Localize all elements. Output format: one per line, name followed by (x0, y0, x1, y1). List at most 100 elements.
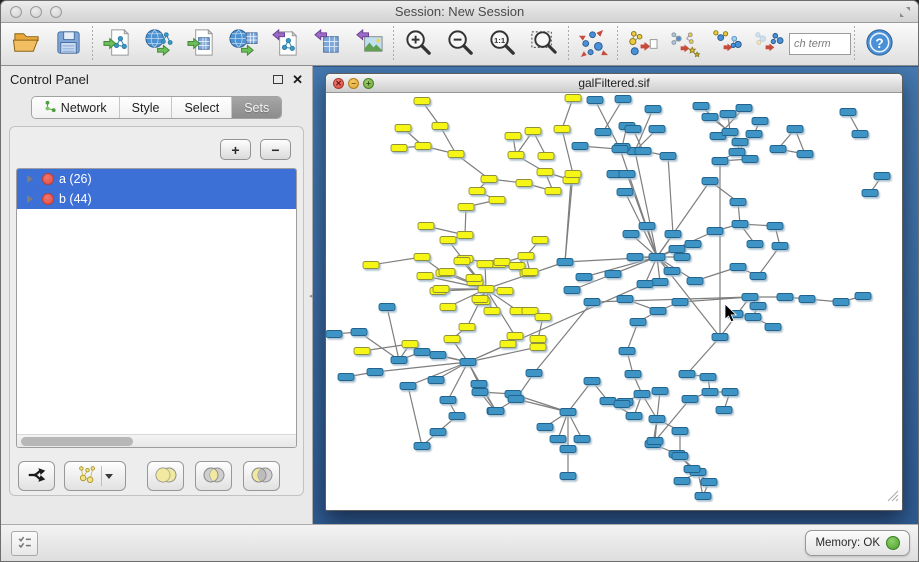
network-node[interactable] (736, 105, 752, 112)
network-node[interactable] (415, 143, 431, 150)
resize-grip-icon[interactable] (888, 491, 898, 501)
network-window[interactable]: ✕ − + galFiltered.sif (325, 73, 903, 511)
network-node[interactable] (391, 357, 407, 364)
network-node[interactable] (797, 151, 813, 158)
network-node[interactable] (494, 259, 510, 266)
network-node[interactable] (432, 123, 448, 130)
split-set-button[interactable] (18, 461, 55, 491)
network-node[interactable] (672, 428, 688, 435)
network-edge[interactable] (758, 246, 780, 276)
network-node[interactable] (584, 299, 600, 306)
disclosure-triangle-icon[interactable] (27, 195, 33, 203)
network-node[interactable] (639, 223, 655, 230)
network-node[interactable] (742, 156, 758, 163)
horizontal-scrollbar[interactable] (17, 434, 296, 447)
close-panel-icon[interactable]: ✕ (292, 75, 303, 85)
network-node[interactable] (367, 369, 383, 376)
network-node[interactable] (712, 158, 728, 165)
network-node[interactable] (488, 408, 504, 415)
network-edge[interactable] (387, 307, 399, 360)
network-node[interactable] (679, 371, 695, 378)
network-node[interactable] (460, 359, 476, 366)
network-node[interactable] (449, 413, 465, 420)
network-node[interactable] (508, 396, 524, 403)
network-node[interactable] (650, 308, 666, 315)
remove-set-button[interactable]: − (260, 139, 291, 160)
network-node[interactable] (395, 125, 411, 132)
network-node[interactable] (874, 173, 890, 180)
network-node[interactable] (674, 478, 690, 485)
search-input[interactable] (789, 33, 851, 55)
network-node[interactable] (799, 296, 815, 303)
network-node[interactable] (530, 344, 546, 351)
network-node[interactable] (862, 190, 878, 197)
configure-toolbar-button[interactable] (11, 531, 38, 556)
close-window-button[interactable] (10, 6, 22, 18)
network-node[interactable] (672, 299, 688, 306)
network-node[interactable] (584, 378, 600, 385)
network-edge[interactable] (565, 174, 573, 262)
minimize-window-button[interactable] (30, 6, 42, 18)
network-node[interactable] (481, 176, 497, 183)
network-node[interactable] (537, 169, 553, 176)
network-node[interactable] (787, 126, 803, 133)
tab-style[interactable]: Style (120, 97, 173, 118)
network-node[interactable] (770, 146, 786, 153)
network-node[interactable] (702, 178, 718, 185)
network-node[interactable] (855, 293, 871, 300)
network-node[interactable] (700, 374, 716, 381)
network-node[interactable] (652, 388, 668, 395)
network-node[interactable] (526, 370, 542, 377)
network-edge[interactable] (465, 207, 466, 235)
expand-selection-button[interactable] (705, 25, 747, 63)
network-node[interactable] (418, 223, 434, 230)
network-node[interactable] (402, 341, 418, 348)
network-node[interactable] (672, 453, 688, 460)
network-window-titlebar[interactable]: ✕ − + galFiltered.sif (326, 74, 902, 93)
zoom-out-button[interactable] (439, 25, 481, 63)
network-node[interactable] (489, 197, 505, 204)
network-node[interactable] (625, 371, 641, 378)
network-node[interactable] (765, 324, 781, 331)
network-edge[interactable] (627, 322, 638, 351)
collapse-panel-handle[interactable]: ◂ (309, 291, 317, 303)
network-node[interactable] (430, 429, 446, 436)
network-edge[interactable] (562, 129, 573, 174)
network-node[interactable] (630, 319, 646, 326)
difference-button[interactable] (243, 461, 280, 491)
network-node[interactable] (682, 396, 698, 403)
network-edge[interactable] (668, 156, 673, 234)
network-node[interactable] (693, 103, 709, 110)
network-node[interactable] (615, 96, 631, 103)
open-session-button[interactable] (5, 25, 47, 63)
close-network-icon[interactable]: ✕ (333, 78, 344, 89)
network-node[interactable] (525, 128, 541, 135)
network-node[interactable] (732, 221, 748, 228)
network-edge[interactable] (568, 381, 592, 412)
network-node[interactable] (777, 294, 793, 301)
network-node[interactable] (469, 188, 485, 195)
select-first-neighbors-button[interactable] (663, 25, 705, 63)
network-node[interactable] (649, 254, 665, 261)
network-node[interactable] (747, 241, 763, 248)
network-node[interactable] (379, 304, 395, 311)
network-node[interactable] (459, 324, 475, 331)
network-node[interactable] (338, 374, 354, 381)
import-table-web-button[interactable] (222, 25, 264, 63)
network-node[interactable] (732, 139, 748, 146)
network-edge[interactable] (687, 337, 720, 374)
network-node[interactable] (730, 199, 746, 206)
network-node[interactable] (440, 397, 456, 404)
import-table-file-button[interactable] (180, 25, 222, 63)
network-node[interactable] (712, 334, 728, 341)
network-node[interactable] (472, 389, 488, 396)
network-node[interactable] (457, 232, 473, 239)
network-node[interactable] (750, 273, 766, 280)
network-node[interactable] (430, 352, 446, 359)
set-row[interactable]: a (26) (17, 169, 296, 189)
network-node[interactable] (587, 97, 603, 104)
network-node[interactable] (472, 296, 488, 303)
network-edge[interactable] (568, 412, 582, 439)
network-node[interactable] (595, 129, 611, 136)
network-node[interactable] (617, 296, 633, 303)
